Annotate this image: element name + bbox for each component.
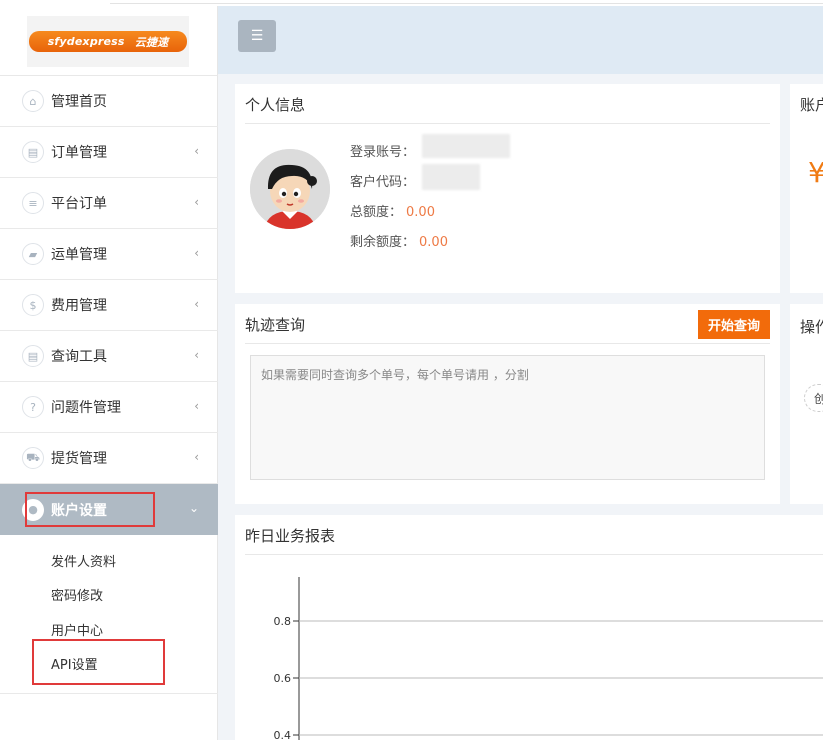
logo-box[interactable]: sfydexpress 云捷速: [27, 16, 189, 67]
dollar-icon: $: [22, 294, 44, 316]
sidebar-item-pickup[interactable]: ⛟ 提货管理 ‹: [0, 433, 218, 484]
y-tick-label: 0.8: [274, 615, 292, 628]
truck-icon: ▰: [22, 243, 44, 265]
submenu-item-api-settings[interactable]: API设置: [0, 647, 218, 682]
total-credit-value: 0.00: [406, 205, 435, 220]
tracking-query-card: 轨迹查询 开始查询: [235, 304, 780, 504]
tracking-numbers-input[interactable]: [250, 355, 765, 480]
top-strip-bar: [110, 0, 823, 4]
total-credit-label: 总额度：: [350, 205, 403, 220]
avatar: [250, 149, 330, 229]
start-query-button[interactable]: 开始查询: [698, 310, 770, 339]
document-icon: ▤: [22, 345, 44, 367]
chevron-left-icon: ‹: [194, 399, 199, 413]
customer-code-redacted: [422, 164, 480, 190]
chevron-left-icon: ‹: [194, 348, 199, 362]
submenu-item-sender-profile[interactable]: 发件人资料: [0, 543, 218, 578]
sidebar-item-label: 运单管理: [51, 247, 107, 263]
sidebar-item-label: 提货管理: [51, 451, 107, 467]
chevron-down-icon: ⌄: [188, 501, 199, 515]
cart-icon: ⛟: [22, 447, 44, 469]
sidebar-item-orders[interactable]: ▤ 订单管理 ‹: [0, 127, 218, 178]
sidebar-item-platform-orders[interactable]: ≡ 平台订单 ‹: [0, 178, 218, 229]
login-account-redacted: [422, 134, 510, 158]
personal-info-card: 个人信息 登录账号： 客户代码： 总额度： 0.00 剩余额度： 0.00: [235, 84, 780, 293]
sidebar-item-problems[interactable]: ? 问题件管理 ‹: [0, 382, 218, 433]
sidebar-item-label: 订单管理: [51, 145, 107, 161]
sidebar-item-label: 平台订单: [51, 196, 107, 212]
account-settings-submenu: 发件人资料 密码修改 用户中心 API设置: [0, 535, 218, 694]
sidebar-item-label: 管理首页: [51, 94, 107, 110]
remaining-credit-label: 剩余额度：: [350, 235, 416, 250]
submenu-item-user-center[interactable]: 用户中心: [0, 612, 218, 647]
sidebar-item-account-settings[interactable]: ● 账户设置 ⌄: [0, 484, 218, 535]
chevron-left-icon: ‹: [194, 297, 199, 311]
sidebar-item-home[interactable]: ⌂ 管理首页: [0, 76, 218, 127]
customer-code-row: 客户代码：: [350, 171, 415, 190]
document-icon: ▤: [22, 141, 44, 163]
logo: sfydexpress 云捷速: [29, 31, 187, 52]
card-title: 个人信息: [245, 96, 306, 114]
sidebar-item-label: 查询工具: [51, 349, 107, 365]
question-icon: ?: [22, 396, 44, 418]
sidebar-item-fees[interactable]: $ 费用管理 ‹: [0, 280, 218, 331]
remaining-credit-value: 0.00: [419, 235, 448, 250]
login-account-row: 登录账号：: [350, 141, 415, 160]
card-title: 操作: [800, 318, 823, 336]
sidebar-item-label: 费用管理: [51, 298, 107, 314]
customer-code-label: 客户代码：: [350, 175, 416, 190]
card-title: 昨日业务报表: [245, 527, 336, 545]
divider: [245, 343, 770, 344]
menu-toggle-button[interactable]: ☰: [238, 20, 276, 52]
logo-text-right: 云捷速: [134, 35, 169, 49]
daily-report-card: 昨日业务报表 0.8 0.6 0.4: [235, 515, 823, 740]
chevron-left-icon: ‹: [194, 195, 199, 209]
divider: [245, 123, 770, 124]
chevron-left-icon: ‹: [194, 144, 199, 158]
logo-text-left: sfydexpress: [47, 35, 125, 48]
home-icon: ⌂: [22, 90, 44, 112]
operations-card: 操作 创: [790, 304, 823, 504]
submenu-item-password[interactable]: 密码修改: [0, 578, 218, 613]
operation-pill-button[interactable]: 创: [804, 384, 823, 412]
y-tick-label: 0.6: [274, 672, 292, 685]
total-credit-row: 总额度： 0.00: [350, 201, 435, 220]
sidebar-item-label: 账户设置: [51, 502, 107, 519]
remaining-credit-row: 剩余额度： 0.00: [350, 231, 448, 250]
account-card: 账户 ¥: [790, 84, 823, 293]
currency-symbol: ¥: [808, 156, 823, 189]
report-chart: 0.8 0.6 0.4: [274, 577, 823, 740]
y-tick-label: 0.4: [274, 729, 292, 740]
chevron-left-icon: ‹: [194, 246, 199, 260]
hamburger-icon: ☰: [250, 28, 264, 44]
chevron-left-icon: ‹: [194, 450, 199, 464]
sidebar-item-label: 问题件管理: [51, 400, 121, 416]
sidebar-item-query-tools[interactable]: ▤ 查询工具 ‹: [0, 331, 218, 382]
list-icon: ≡: [22, 192, 44, 214]
sidebar: sfydexpress 云捷速 ⌂ 管理首页 ▤ 订单管理 ‹ ≡ 平台订单 ‹…: [0, 6, 218, 740]
user-icon: ●: [22, 498, 44, 521]
card-title: 账户: [800, 96, 823, 114]
card-title: 轨迹查询: [245, 316, 306, 334]
avatar-illustration: [250, 149, 330, 229]
sidebar-item-waybills[interactable]: ▰ 运单管理 ‹: [0, 229, 218, 280]
top-header: ☰: [218, 6, 823, 74]
sidebar-menu: ⌂ 管理首页 ▤ 订单管理 ‹ ≡ 平台订单 ‹ ▰ 运单管理 ‹ $ 费用管理…: [0, 75, 218, 694]
login-account-label: 登录账号：: [350, 145, 416, 160]
